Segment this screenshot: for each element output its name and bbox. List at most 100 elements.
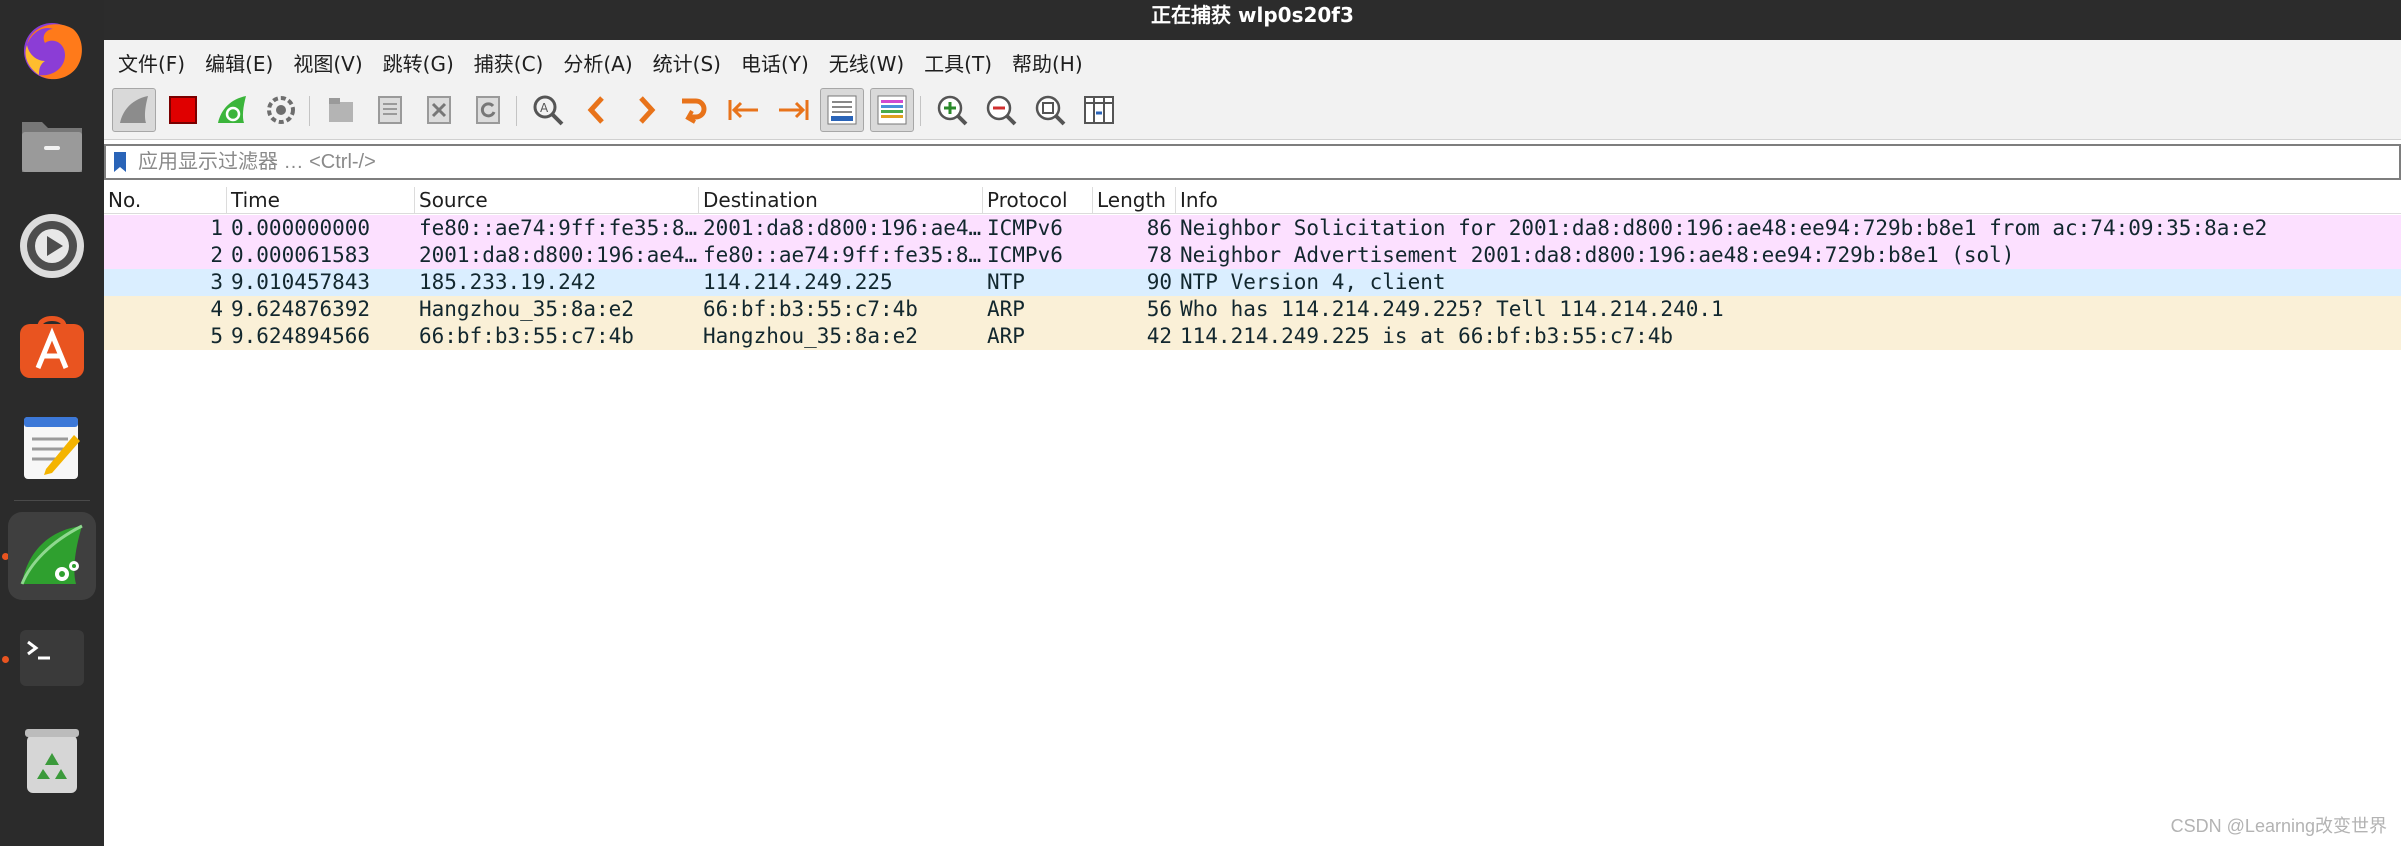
menu-view[interactable]: 视图(V) [293, 48, 362, 77]
start-capture-icon[interactable] [112, 88, 156, 132]
auto-scroll-icon[interactable] [820, 88, 864, 132]
menu-bar: 文件(F) 编辑(E) 视图(V) 跳转(G) 捕获(C) 分析(A) 统计(S… [104, 40, 2401, 84]
column-header-protocol[interactable]: Protocol [983, 187, 1093, 213]
menu-go[interactable]: 跳转(G) [383, 48, 454, 77]
packet-protocol: ARP [987, 324, 1025, 348]
packet-info: Neighbor Advertisement 2001:da8:d800:196… [1180, 243, 2015, 267]
packet-length: 78 [1146, 243, 1172, 267]
text-editor-icon[interactable] [8, 404, 96, 492]
packet-row[interactable]: 3 9.010457843 185.233.19.242 114.214.249… [104, 269, 2401, 296]
app-center-icon[interactable] [8, 302, 96, 390]
terminal-icon[interactable] [8, 614, 96, 702]
save-file-icon[interactable] [368, 88, 412, 132]
find-packet-icon[interactable]: A [526, 88, 570, 132]
open-file-icon[interactable] [319, 88, 363, 132]
packet-no: 4 [210, 297, 223, 321]
go-to-packet-icon[interactable] [673, 88, 717, 132]
window-title: 正在捕获 wlp0s20f3 [1151, 3, 1354, 27]
packet-length: 56 [1146, 297, 1172, 321]
colorize-icon[interactable] [870, 88, 914, 132]
column-header-destination[interactable]: Destination [699, 187, 983, 213]
packet-time: 9.624876392 [231, 297, 371, 321]
menu-edit[interactable]: 编辑(E) [205, 48, 273, 77]
stop-capture-icon[interactable] [161, 88, 205, 132]
packet-destination: Hangzhou_35:8a:e2 [703, 324, 918, 348]
packet-row[interactable]: 2 0.000061583 2001:da8:d800:196:ae48:ee9… [104, 242, 2401, 269]
packet-info: 114.214.249.225 is at 66:bf:b3:55:c7:4b [1180, 324, 1674, 348]
packet-no: 3 [210, 270, 223, 294]
menu-analyze[interactable]: 分析(A) [563, 48, 632, 77]
restart-capture-icon[interactable] [210, 88, 254, 132]
packet-protocol: NTP [987, 270, 1025, 294]
go-back-icon[interactable] [575, 88, 619, 132]
menu-telephony[interactable]: 电话(Y) [741, 48, 809, 77]
close-file-icon[interactable] [417, 88, 461, 132]
packet-time: 0.000000000 [231, 216, 371, 240]
packet-list: 1 0.000000000 fe80::ae74:9ff:fe35:8a:e2 … [104, 215, 2401, 350]
column-header-info[interactable]: Info [1176, 187, 2401, 213]
packet-source: 185.233.19.242 [419, 270, 597, 294]
packet-row[interactable]: 5 9.624894566 66:bf:b3:55:c7:4b Hangzhou… [104, 323, 2401, 350]
menu-tools[interactable]: 工具(T) [924, 48, 992, 77]
toolbar-separator [920, 96, 921, 126]
wireshark-icon[interactable] [8, 512, 96, 600]
capture-options-icon[interactable] [259, 88, 303, 132]
packet-protocol: ICMPv6 [987, 243, 1063, 267]
packet-no: 2 [210, 243, 223, 267]
title-bar: 正在捕获 wlp0s20f3 [104, 0, 2401, 40]
packet-info: Who has 114.214.249.225? Tell 114.214.24… [1180, 297, 1724, 321]
menu-capture[interactable]: 捕获(C) [474, 48, 544, 77]
packet-source: 2001:da8:d800:196:ae48:ee94:729b:b8e1 [419, 243, 699, 267]
files-icon[interactable] [8, 100, 96, 188]
packet-length: 42 [1146, 324, 1172, 348]
resize-columns-icon[interactable] [1077, 88, 1121, 132]
packet-no: 1 [210, 216, 223, 240]
toolbar-separator [516, 96, 517, 126]
packet-time: 9.010457843 [231, 270, 371, 294]
main-toolbar: A [104, 84, 2401, 140]
zoom-in-icon[interactable] [930, 88, 974, 132]
packet-length: 90 [1146, 270, 1172, 294]
reload-file-icon[interactable] [466, 88, 510, 132]
menu-wireless[interactable]: 无线(W) [829, 48, 904, 77]
first-packet-icon[interactable] [722, 88, 766, 132]
display-filter-input[interactable] [134, 147, 2399, 177]
display-filter-bar [104, 144, 2401, 180]
packet-destination: 66:bf:b3:55:c7:4b [703, 297, 918, 321]
menu-file[interactable]: 文件(F) [118, 48, 185, 77]
packet-source: 66:bf:b3:55:c7:4b [419, 324, 634, 348]
column-header-length[interactable]: Length [1093, 187, 1176, 213]
packet-protocol: ICMPv6 [987, 216, 1063, 240]
zoom-out-icon[interactable] [979, 88, 1023, 132]
packet-row[interactable]: 4 9.624876392 Hangzhou_35:8a:e2 66:bf:b3… [104, 296, 2401, 323]
packet-length: 86 [1146, 216, 1172, 240]
column-header-no[interactable]: No. [104, 187, 227, 213]
dock [0, 0, 104, 846]
go-forward-icon[interactable] [624, 88, 668, 132]
watermark: CSDN @Learning改变世界 [2170, 816, 2387, 836]
packet-time: 0.000061583 [231, 243, 371, 267]
trash-icon[interactable] [8, 716, 96, 804]
packet-source: Hangzhou_35:8a:e2 [419, 297, 634, 321]
packet-source: fe80::ae74:9ff:fe35:8a:e2 [419, 216, 699, 240]
svg-text:A: A [540, 101, 549, 115]
packet-info: NTP Version 4, client [1180, 270, 1446, 294]
firefox-icon[interactable] [8, 6, 96, 94]
packet-info: Neighbor Solicitation for 2001:da8:d800:… [1180, 216, 2268, 240]
rhythmbox-icon[interactable] [8, 202, 96, 290]
menu-help[interactable]: 帮助(H) [1012, 48, 1083, 77]
normal-size-icon[interactable] [1028, 88, 1072, 132]
column-header-time[interactable]: Time [227, 187, 415, 213]
packet-destination: 114.214.249.225 [703, 270, 893, 294]
last-packet-icon[interactable] [771, 88, 815, 132]
packet-row[interactable]: 1 0.000000000 fe80::ae74:9ff:fe35:8a:e2 … [104, 215, 2401, 242]
packet-protocol: ARP [987, 297, 1025, 321]
packet-no: 5 [210, 324, 223, 348]
packet-list-header: No. Time Source Destination Protocol Len… [104, 187, 2401, 214]
menu-statistics[interactable]: 统计(S) [653, 48, 721, 77]
packet-destination: fe80::ae74:9ff:fe35:8a:e2 [703, 243, 983, 267]
dock-separator [14, 500, 90, 501]
column-header-source[interactable]: Source [415, 187, 699, 213]
packet-time: 9.624894566 [231, 324, 371, 348]
bookmark-icon[interactable] [106, 146, 134, 178]
